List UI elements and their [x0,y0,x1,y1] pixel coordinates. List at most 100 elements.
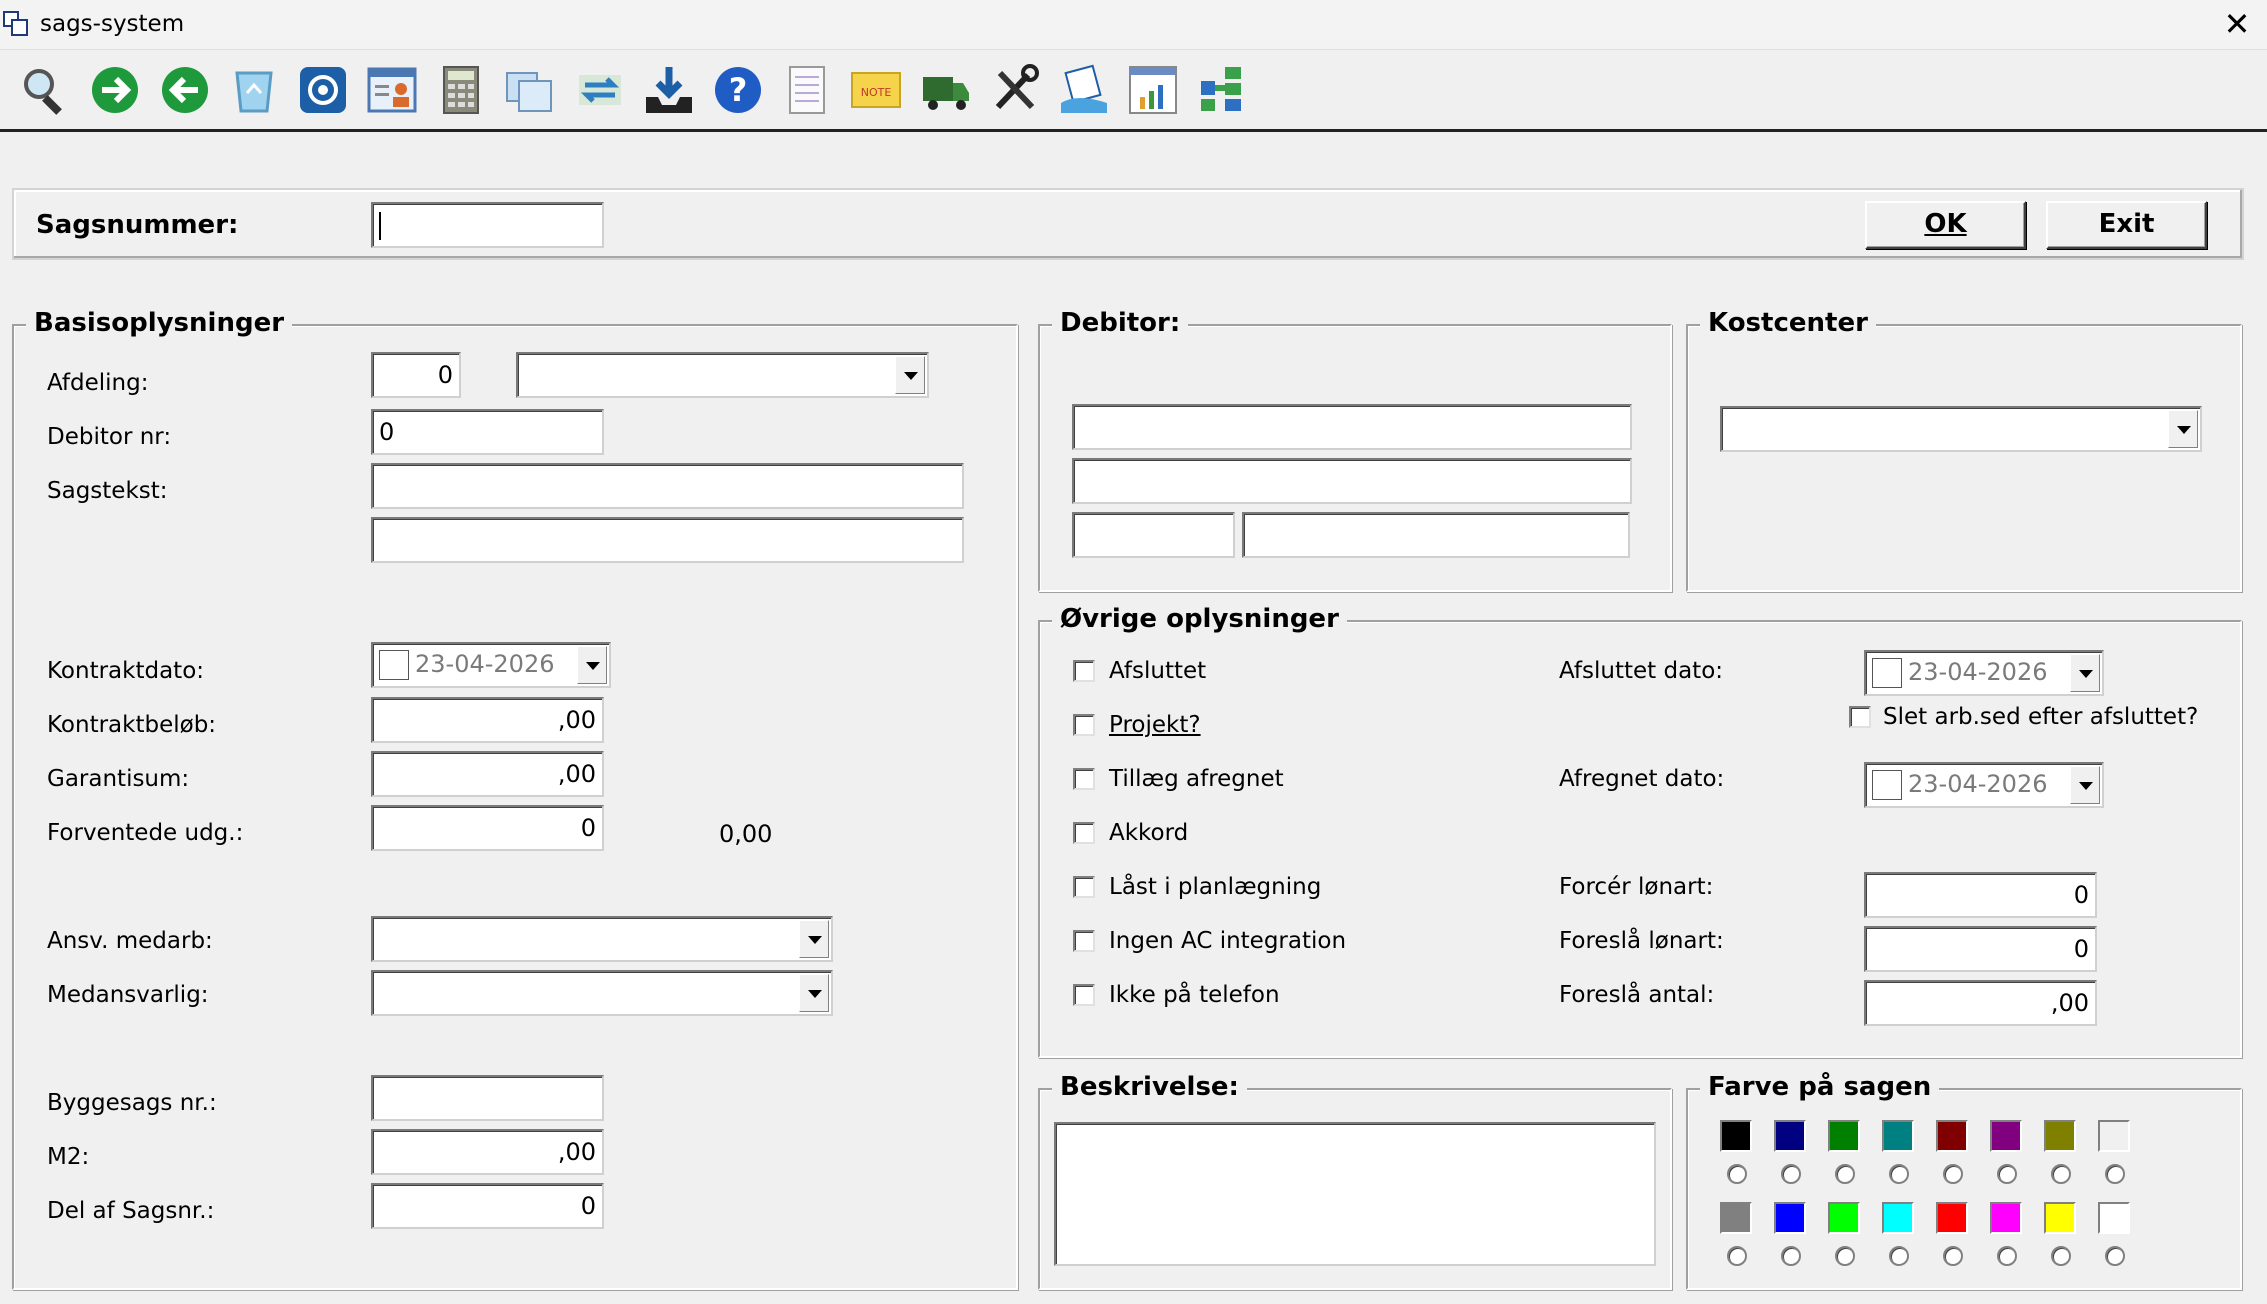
sagstekst-label: Sagstekst: [47,478,168,504]
afdeling-input[interactable]: 0 [371,352,461,398]
debitor-city[interactable] [1242,512,1630,558]
foresla-antal-label: Foreslå antal: [1559,982,1715,1008]
color-radio[interactable] [1727,1246,1747,1266]
slet-checkbox[interactable] [1849,706,1871,728]
color-radio[interactable] [1943,1246,1963,1266]
debitor-line1[interactable] [1072,404,1632,450]
akkord-checkbox[interactable] [1073,822,1095,844]
color-radio[interactable] [1781,1246,1801,1266]
chevron-down-icon[interactable] [895,356,925,394]
tools-icon[interactable] [985,60,1045,120]
foresla-antal-input[interactable]: ,00 [1864,980,2097,1026]
foresla-lonart-input[interactable]: 0 [1864,926,2097,972]
basis-legend: Basisoplysninger [26,308,293,338]
download-tray-icon[interactable] [639,60,699,120]
chevron-down-icon[interactable] [2168,410,2198,448]
laast-checkbox[interactable] [1073,876,1095,898]
beskrivelse-textarea[interactable] [1054,1122,1656,1266]
help-icon[interactable]: ? [708,60,768,120]
chevron-down-icon[interactable] [2070,766,2100,804]
color-swatch [1990,1120,2022,1152]
del-af-input[interactable]: 0 [371,1183,604,1229]
m2-input[interactable]: ,00 [371,1129,604,1175]
kontraktdato-checkbox[interactable] [379,650,409,680]
kostcenter-group [1686,324,2242,592]
debitor-line2[interactable] [1072,458,1632,504]
target-icon[interactable] [293,60,353,120]
afsluttet-dato-picker[interactable]: 23-04-2026 [1864,650,2104,696]
akkord-label: Akkord [1109,820,1189,846]
color-swatch [1720,1120,1752,1152]
garantisum-input[interactable]: ,00 [371,751,604,797]
sagstekst-input-2[interactable] [371,517,964,563]
color-radio[interactable] [1997,1164,2017,1184]
color-radio[interactable] [2105,1164,2125,1184]
debitor-nr-input[interactable]: 0 [371,409,604,455]
transfer-icon[interactable] [570,60,630,120]
ingen-ac-label: Ingen AC integration [1109,928,1347,954]
chevron-down-icon[interactable] [577,646,607,684]
close-button[interactable]: ✕ [2210,2,2264,46]
debitor-zip[interactable] [1072,512,1235,558]
kontraktdato-picker[interactable]: 23-04-2026 [371,642,611,688]
chevron-down-icon[interactable] [2070,654,2100,692]
kontraktbelob-input[interactable]: ,00 [371,697,604,743]
color-radio[interactable] [1781,1164,1801,1184]
afregnet-dato-picker[interactable]: 23-04-2026 [1864,762,2104,808]
ingen-ac-checkbox[interactable] [1073,930,1095,952]
hand-document-icon[interactable] [1054,60,1114,120]
recycle-bin-icon[interactable] [224,60,284,120]
ikke-tlf-checkbox[interactable] [1073,984,1095,1006]
chevron-down-icon[interactable] [799,974,829,1012]
grid-blocks-icon[interactable] [1192,60,1252,120]
color-radio[interactable] [1835,1246,1855,1266]
color-radio[interactable] [1889,1246,1909,1266]
color-radio[interactable] [1943,1164,1963,1184]
color-swatch [1882,1120,1914,1152]
forward-arrow-icon[interactable] [85,60,145,120]
tillaeg-label: Tillæg afregnet [1109,766,1284,792]
color-radio[interactable] [1727,1164,1747,1184]
color-radio[interactable] [1997,1246,2017,1266]
byggesag-input[interactable] [371,1075,604,1121]
forventede-label: Forventede udg.: [47,820,244,846]
chevron-down-icon[interactable] [799,920,829,958]
kostcenter-combo[interactable] [1720,406,2202,452]
ok-button[interactable]: OK [1865,201,2026,249]
afsluttet-checkbox[interactable] [1073,660,1095,682]
color-radio[interactable] [2105,1246,2125,1266]
bar-chart-icon[interactable] [1123,60,1183,120]
ansv-label: Ansv. medarb: [47,928,213,954]
projekt-checkbox[interactable] [1073,714,1095,736]
folders-icon[interactable] [500,60,560,120]
svg-text:?: ? [729,71,748,109]
forcer-input[interactable]: 0 [1864,872,2097,918]
user-card-icon[interactable] [362,60,422,120]
color-swatch [2098,1120,2130,1152]
sagsnummer-input[interactable] [371,202,604,248]
calculator-icon[interactable] [431,60,491,120]
afsluttet-dato-label: Afsluttet dato: [1559,658,1724,684]
afregnet-dato-checkbox[interactable] [1872,770,1902,800]
tillaeg-checkbox[interactable] [1073,768,1095,790]
color-radio[interactable] [1889,1164,1909,1184]
window-title: sags-system [40,11,185,37]
title-bar: sags-system ✕ [0,0,2267,50]
color-radio[interactable] [2051,1246,2071,1266]
color-radio[interactable] [2051,1164,2071,1184]
notepad-icon[interactable] [777,60,837,120]
garantisum-label: Garantisum: [47,766,190,792]
afdeling-combo[interactable] [516,352,929,398]
medansvarlig-combo[interactable] [371,970,833,1016]
sagstekst-input-1[interactable] [371,463,964,509]
afsluttet-dato-checkbox[interactable] [1872,658,1902,688]
truck-icon[interactable] [916,60,976,120]
exit-button[interactable]: Exit [2046,201,2207,249]
back-arrow-icon[interactable] [155,60,215,120]
ansv-combo[interactable] [371,916,833,962]
color-radio[interactable] [1835,1164,1855,1184]
forventede-input[interactable]: 0 [371,805,604,851]
text-caret [379,212,381,240]
sticky-note-icon[interactable]: NOTE [846,60,906,120]
search-icon[interactable] [15,60,75,120]
